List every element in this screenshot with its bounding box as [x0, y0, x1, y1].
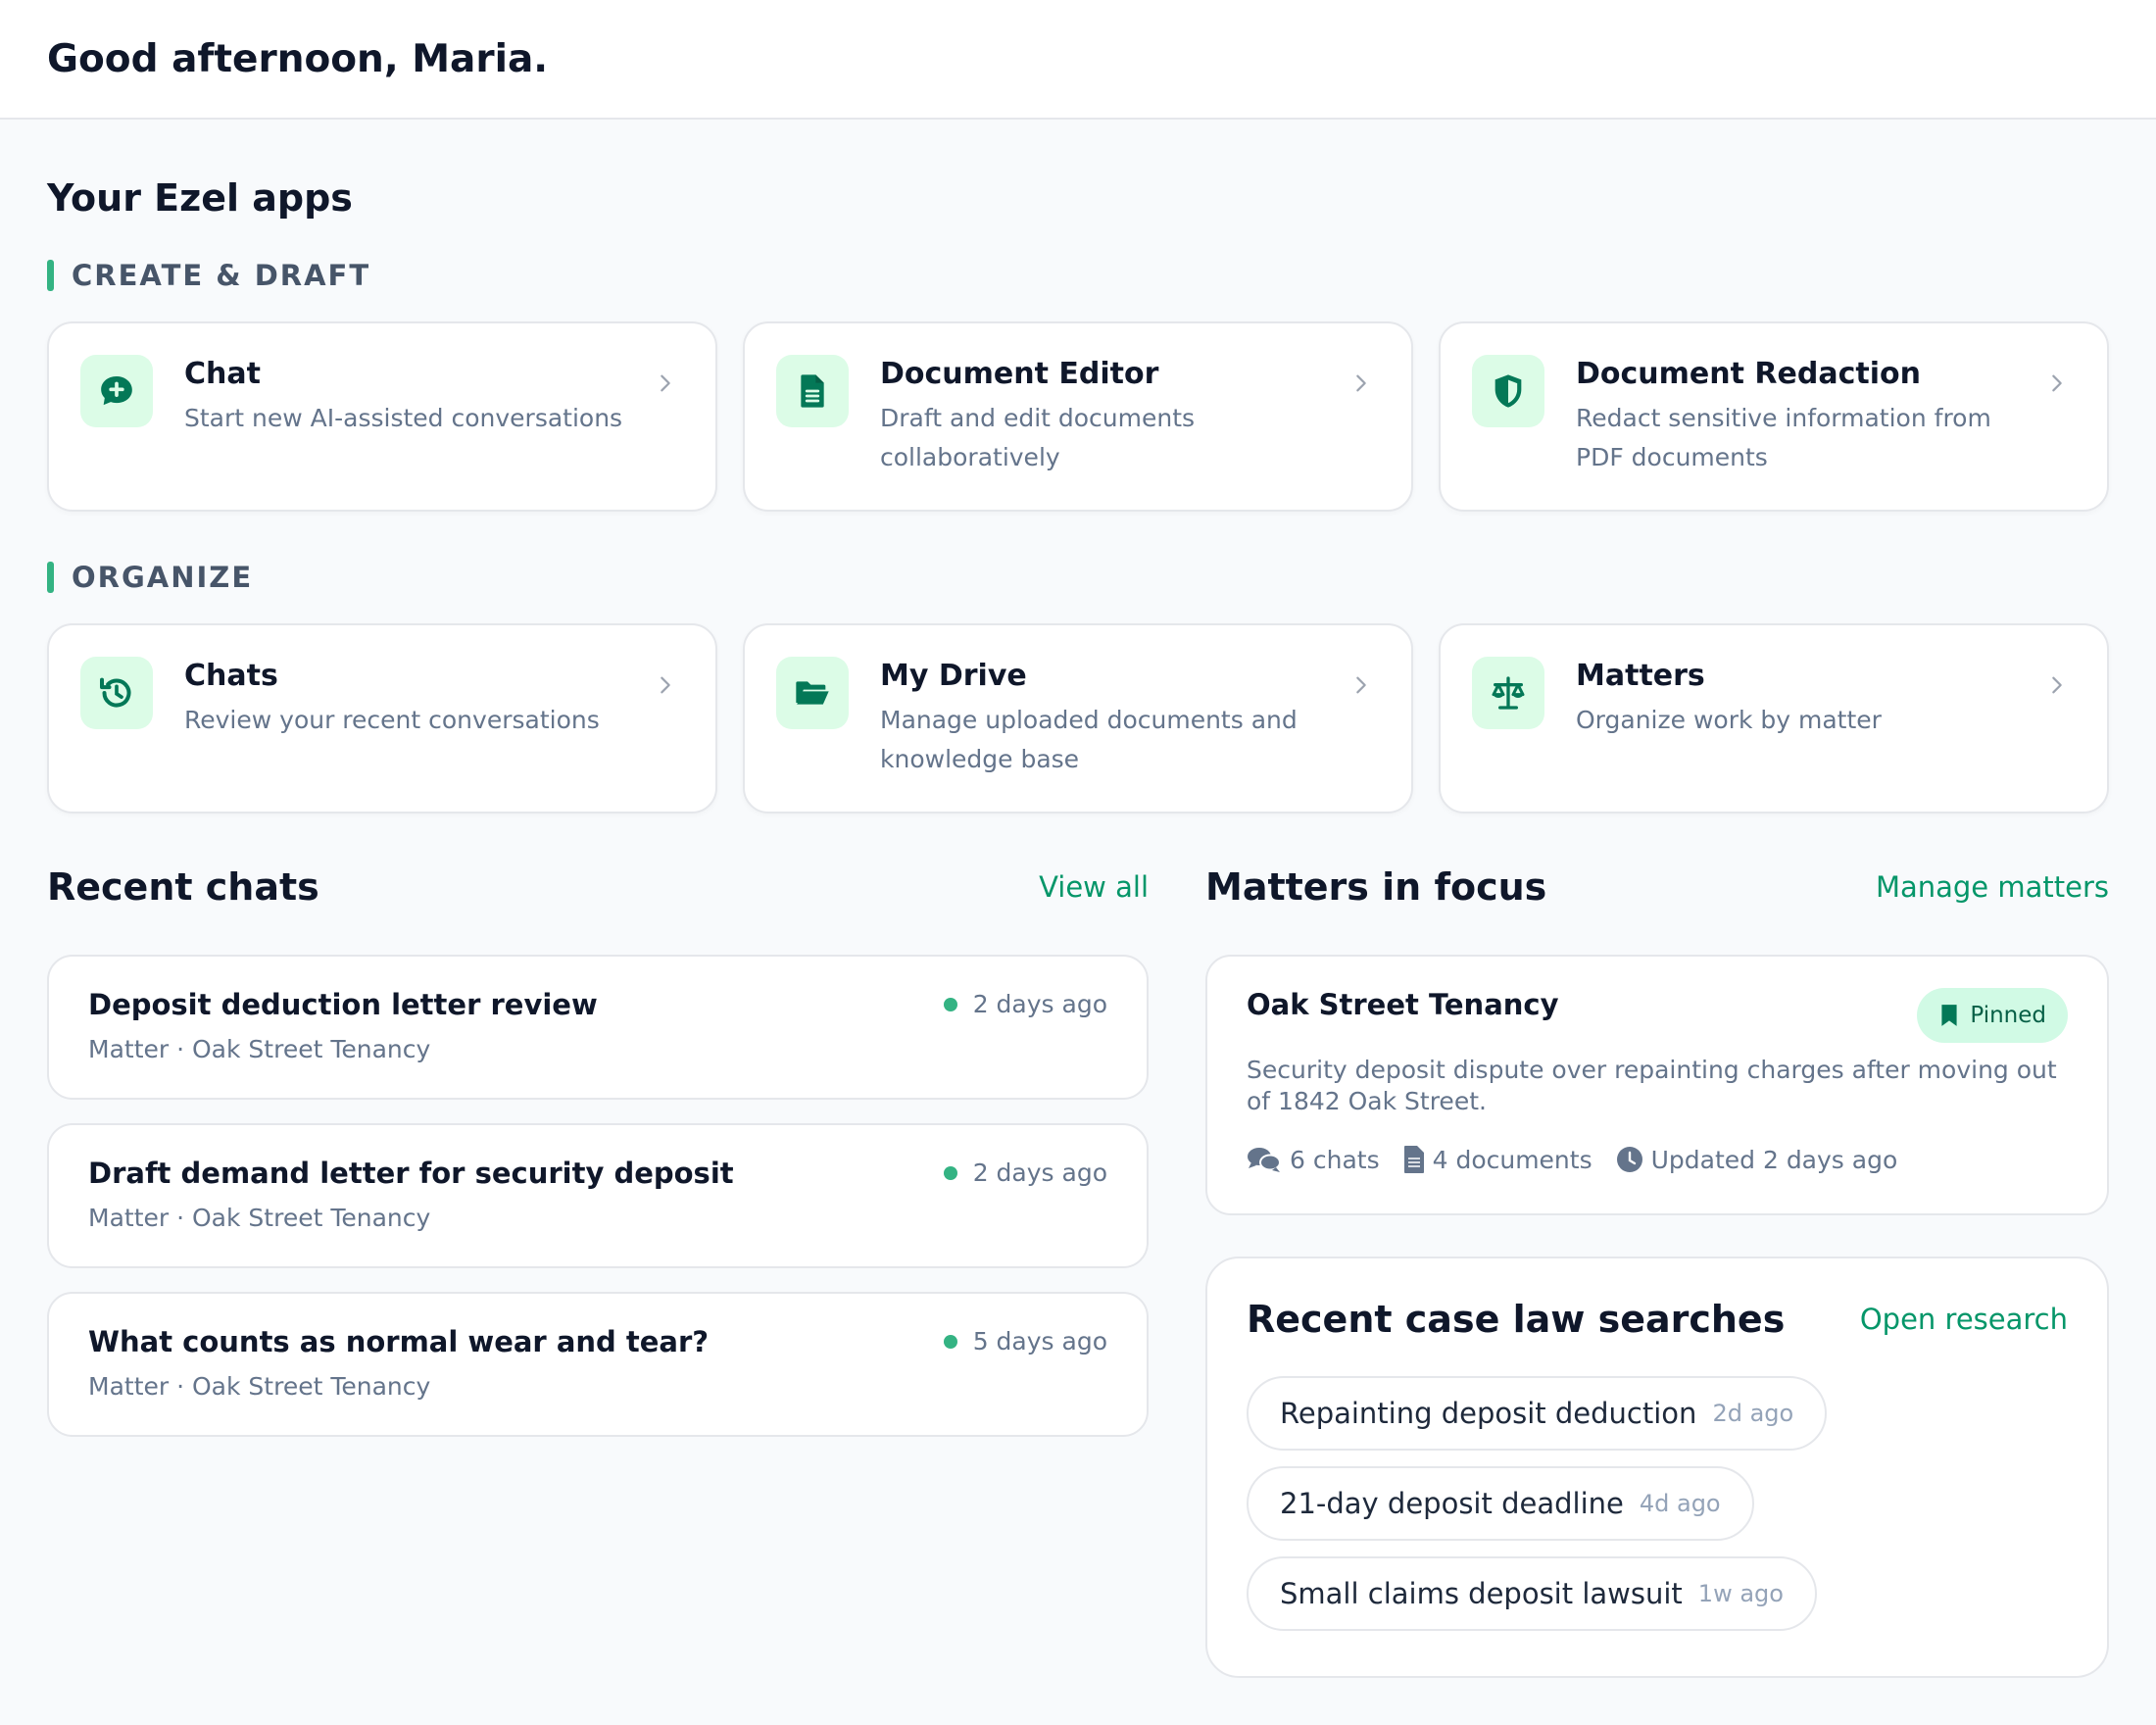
app-description: Redact sensitive information from PDF do…	[1576, 404, 1991, 471]
chat-matter: Matter · Oak Street Tenancy	[88, 1204, 431, 1232]
status-dot	[943, 1165, 957, 1180]
section-label-organize: ORGANIZE	[47, 561, 2109, 594]
app-name: Chats	[184, 659, 278, 693]
chat-timestamp: 2 days ago	[943, 1158, 1107, 1187]
matter-meta: 6 chats 4 documents Updated 2 days ago	[1247, 1145, 2068, 1174]
updated-time-text: Updated 2 days ago	[1650, 1145, 1898, 1174]
open-research-link[interactable]: Open research	[1860, 1303, 2068, 1336]
app-card-chat[interactable]: Chat Start new AI-assisted conversations	[47, 321, 717, 512]
top-bar: Good afternoon, Maria.	[0, 0, 2156, 120]
history-icon	[80, 657, 153, 729]
app-grid-create-draft: Chat Start new AI-assisted conversations…	[47, 321, 2109, 512]
apps-title: Your Ezel apps	[47, 176, 353, 220]
app-description: Start new AI-assisted conversations	[184, 404, 623, 432]
app-description: Manage uploaded documents and knowledge …	[880, 706, 1298, 773]
section-label-text: ORGANIZE	[72, 561, 254, 594]
chat-card[interactable]: Draft demand letter for security deposit…	[47, 1123, 1149, 1268]
folder-open-icon	[776, 657, 849, 729]
app-name: Chat	[184, 357, 261, 391]
matters-title: Matters in focus	[1205, 865, 1547, 909]
app-grid-organize: Chats Review your recent conversations M…	[47, 623, 2109, 813]
chat-time-text: 5 days ago	[972, 1327, 1107, 1355]
shield-icon	[1472, 355, 1544, 427]
search-age: 2d ago	[1712, 1400, 1794, 1427]
search-query: Small claims deposit lawsuit	[1280, 1577, 1683, 1610]
case-law-title: Recent case law searches	[1247, 1298, 1786, 1341]
view-all-link[interactable]: View all	[1039, 870, 1149, 904]
section-accent-bar	[47, 260, 54, 291]
chevron-right-icon	[2052, 374, 2062, 392]
app-card-document-redaction[interactable]: Document Redaction Redact sensitive info…	[1439, 321, 2109, 512]
scales-icon	[1472, 657, 1544, 729]
recent-chats-header: Recent chats View all	[47, 862, 1149, 912]
matter-description: Security deposit dispute over repainting…	[1247, 1056, 2057, 1115]
case-law-search-pill[interactable]: 21-day deposit deadline 4d ago	[1247, 1466, 1754, 1541]
case-law-header: Recent case law searches Open research	[1247, 1298, 2068, 1341]
chevron-right-icon	[661, 676, 670, 694]
search-age: 1w ago	[1697, 1580, 1784, 1607]
chevron-right-icon	[2052, 676, 2062, 694]
chat-timestamp: 5 days ago	[943, 1327, 1107, 1355]
chat-matter: Matter · Oak Street Tenancy	[88, 1372, 431, 1401]
chats-count: 6 chats	[1247, 1146, 1380, 1174]
case-law-search-list: Repainting deposit deduction 2d ago 21-d…	[1247, 1376, 2068, 1647]
search-age: 4d ago	[1639, 1490, 1721, 1517]
document-icon	[776, 355, 849, 427]
case-law-card: Recent case law searches Open research R…	[1205, 1257, 2109, 1678]
app-description: Review your recent conversations	[184, 706, 600, 734]
matters-header: Matters in focus Manage matters	[1205, 862, 2109, 912]
chat-plus-icon	[80, 355, 153, 427]
chevron-right-icon	[1356, 374, 1366, 392]
chats-count-text: 6 chats	[1290, 1145, 1380, 1174]
app-name: Document Redaction	[1576, 357, 1921, 391]
greeting-heading: Good afternoon, Maria.	[47, 36, 549, 81]
app-description: Organize work by matter	[1576, 706, 1882, 734]
pinned-label: Pinned	[1970, 1003, 2046, 1028]
matter-card[interactable]: Oak Street Tenancy Pinned Security depos…	[1205, 955, 2109, 1215]
clock-icon	[1616, 1147, 1642, 1172]
comments-icon	[1248, 1148, 1281, 1172]
manage-matters-link[interactable]: Manage matters	[1876, 870, 2109, 904]
app-name: My Drive	[880, 659, 1027, 693]
chat-card[interactable]: Deposit deduction letter review Matter ·…	[47, 955, 1149, 1100]
documents-count-text: 4 documents	[1432, 1145, 1592, 1174]
section-label-text: CREATE & DRAFT	[72, 259, 371, 292]
recent-chats-title: Recent chats	[47, 865, 319, 909]
status-dot	[943, 1334, 957, 1349]
matters-column: Matters in focus Manage matters Oak Stre…	[1205, 862, 2109, 1678]
app-card-document-editor[interactable]: Document Editor Draft and edit documents…	[743, 321, 1413, 512]
search-query: Repainting deposit deduction	[1280, 1397, 1697, 1430]
chat-time-text: 2 days ago	[972, 990, 1107, 1018]
chevron-right-icon	[1356, 676, 1366, 694]
file-icon	[1403, 1146, 1424, 1173]
case-law-search-pill[interactable]: Small claims deposit lawsuit 1w ago	[1247, 1556, 1817, 1631]
app-card-matters[interactable]: Matters Organize work by matter	[1439, 623, 2109, 813]
app-card-my-drive[interactable]: My Drive Manage uploaded documents and k…	[743, 623, 1413, 813]
case-law-search-pill[interactable]: Repainting deposit deduction 2d ago	[1247, 1376, 1828, 1451]
recent-chats-column: Recent chats View all Deposit deduction …	[47, 862, 1149, 1678]
section-label-create-draft: CREATE & DRAFT	[47, 259, 2109, 292]
chat-time-text: 2 days ago	[972, 1158, 1107, 1187]
app-card-chats[interactable]: Chats Review your recent conversations	[47, 623, 717, 813]
updated-time: Updated 2 days ago	[1616, 1145, 1898, 1174]
app-description: Draft and edit documents collaboratively	[880, 404, 1196, 471]
app-name: Matters	[1576, 659, 1705, 693]
chevron-right-icon	[661, 374, 670, 392]
pinned-badge: Pinned	[1917, 988, 2068, 1043]
bottom-columns: Recent chats View all Deposit deduction …	[47, 862, 2109, 1678]
chat-timestamp: 2 days ago	[943, 990, 1107, 1018]
app-name: Document Editor	[880, 357, 1159, 391]
documents-count: 4 documents	[1403, 1145, 1592, 1174]
section-accent-bar	[47, 562, 54, 593]
search-query: 21-day deposit deadline	[1280, 1487, 1624, 1520]
chat-matter: Matter · Oak Street Tenancy	[88, 1035, 431, 1063]
status-dot	[943, 997, 957, 1011]
bookmark-icon	[1941, 1005, 1957, 1026]
main-content: Your Ezel apps CREATE & DRAFT Chat Start…	[0, 120, 2156, 1678]
chat-card[interactable]: What counts as normal wear and tear? Mat…	[47, 1292, 1149, 1437]
